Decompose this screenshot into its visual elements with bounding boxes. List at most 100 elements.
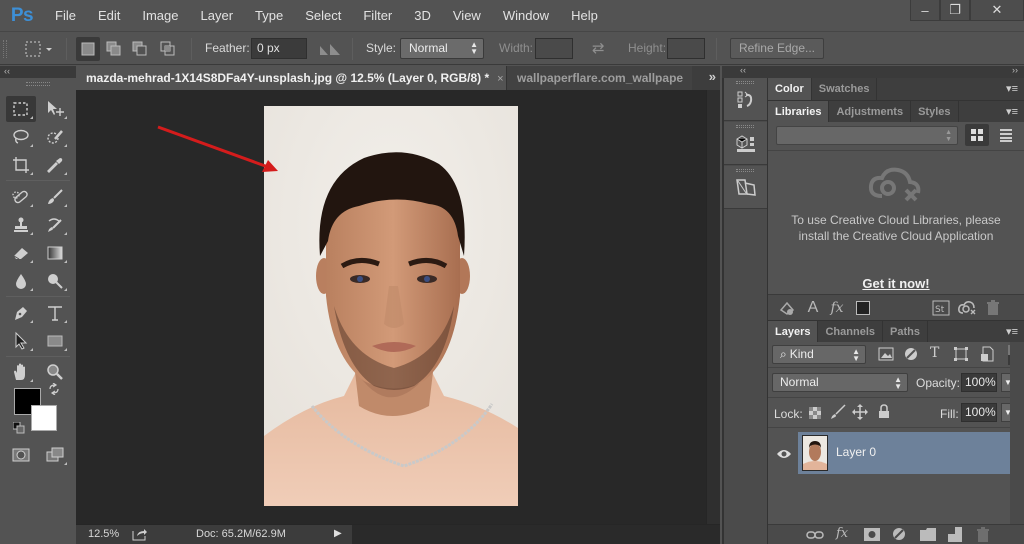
opacity-input[interactable]: 100% [961,373,997,392]
history-panel-button[interactable] [724,78,767,121]
tab-layers[interactable]: Layers [768,321,819,342]
intersect-selection-button[interactable] [156,37,180,61]
menu-view[interactable]: View [442,0,492,31]
filter-pixel-icon[interactable] [878,347,894,366]
filter-smart-object-icon[interactable] [980,346,994,367]
layer-thumbnail[interactable] [802,435,828,471]
layers-scrollbar[interactable] [1010,342,1024,524]
grid-view-button[interactable] [965,124,989,146]
horizontal-scrollbar[interactable] [352,525,720,544]
menu-file[interactable]: File [44,0,87,31]
layer-row[interactable]: Layer 0 [768,432,1024,474]
document-tab-inactive[interactable]: wallpaperflare.com_wallpape [506,66,692,90]
move-tool[interactable] [40,96,70,122]
add-character-style-icon[interactable]: A [804,299,822,317]
add-mask-icon[interactable] [864,528,880,544]
eraser-tool[interactable] [6,240,36,266]
style-select[interactable]: Normal ▲ ▼ [400,38,484,59]
add-graphic-icon[interactable] [778,299,796,317]
fill-input[interactable]: 100% [961,403,997,422]
history-brush-tool[interactable] [40,212,70,238]
stock-icon[interactable]: St [932,299,950,317]
tab-adjustments[interactable]: Adjustments [829,101,912,122]
close-tab-icon[interactable]: × [497,73,503,85]
filter-type-icon[interactable]: T [930,345,939,361]
menu-filter[interactable]: Filter [352,0,403,31]
zoom-level[interactable]: 12.5% [88,528,119,540]
lock-position-icon[interactable] [852,404,868,425]
rectangle-tool[interactable] [40,328,70,354]
filter-kind-select[interactable]: ⌕ Kind ▲ ▼ [772,345,866,364]
lock-transparent-pixels-icon[interactable] [809,406,821,424]
panel-menu-icon[interactable]: ▾≡ [1006,105,1018,118]
menu-type[interactable]: Type [244,0,294,31]
share-icon[interactable] [132,527,148,541]
add-layer-style-icon[interactable]: fx [828,299,846,317]
screen-mode-button[interactable] [40,442,70,468]
gradient-tool[interactable] [40,240,70,266]
quick-mask-button[interactable] [6,442,36,468]
collapse-dock-icon[interactable]: ‹‹ [740,65,746,75]
hand-tool[interactable] [6,359,36,385]
quick-selection-tool[interactable] [40,124,70,150]
transform-panel-button[interactable] [724,166,767,209]
menu-edit[interactable]: Edit [87,0,131,31]
blend-mode-select[interactable]: Normal ▲ ▼ [772,373,908,392]
panel-menu-icon[interactable]: ▾≡ [1006,82,1018,95]
eyedropper-tool[interactable] [40,152,70,178]
feather-input[interactable]: 0 px [251,38,307,59]
width-input[interactable] [535,38,573,59]
close-button[interactable]: ✕ [970,0,1024,21]
tab-swatches[interactable]: Swatches [812,78,878,100]
trash-icon[interactable] [984,299,1002,317]
filter-adjustment-icon[interactable] [904,347,918,366]
tab-libraries[interactable]: Libraries [768,101,830,122]
tool-preset-picker[interactable] [24,40,54,63]
3d-panel-button[interactable] [724,122,767,165]
layer-visibility-toggle[interactable] [776,447,792,465]
menu-select[interactable]: Select [294,0,352,31]
crop-tool[interactable] [6,152,36,178]
tab-channels[interactable]: Channels [818,321,883,342]
swap-colors-icon[interactable] [48,382,60,400]
pen-tool[interactable] [6,300,36,326]
tab-paths[interactable]: Paths [883,321,928,342]
dodge-tool[interactable] [40,268,70,294]
new-group-icon[interactable] [920,528,936,544]
delete-layer-icon[interactable] [976,527,990,544]
expand-panels-icon[interactable]: ›› [1012,65,1018,75]
blur-tool[interactable] [6,268,36,294]
menu-3d[interactable]: 3D [403,0,442,31]
list-view-button[interactable] [994,124,1018,146]
new-layer-icon[interactable] [948,527,962,544]
document-image[interactable] [264,106,518,506]
add-to-selection-button[interactable] [102,37,126,61]
refine-edge-button[interactable]: Refine Edge... [730,38,824,59]
menu-window[interactable]: Window [492,0,560,31]
tab-color[interactable]: Color [768,78,812,100]
lock-all-icon[interactable] [878,404,890,424]
path-selection-tool[interactable] [6,328,36,354]
menu-layer[interactable]: Layer [190,0,245,31]
tabs-overflow-button[interactable]: » [709,66,716,88]
menu-image[interactable]: Image [131,0,189,31]
default-colors-icon[interactable] [12,421,25,439]
library-select[interactable]: ▲ ▼ [776,126,958,145]
layer-name[interactable]: Layer 0 [836,445,876,459]
tab-styles[interactable]: Styles [911,101,959,122]
minimize-button[interactable]: – [910,0,940,21]
new-selection-button[interactable] [76,37,100,61]
cc-sync-icon[interactable] [958,299,976,317]
lock-image-pixels-icon[interactable] [830,404,846,425]
rectangular-marquee-tool[interactable] [6,96,36,122]
filter-shape-icon[interactable] [954,347,968,366]
document-tab-active[interactable]: mazda-mehrad-1X14S8DFa4Y-unsplash.jpg @ … [76,66,506,90]
add-layer-style-icon[interactable]: fx [836,526,848,541]
type-tool[interactable] [40,300,70,326]
spot-healing-brush-tool[interactable] [6,184,36,210]
collapse-toolbar-icon[interactable]: ‹‹ [4,66,10,76]
subtract-from-selection-button[interactable] [128,37,152,61]
add-color-icon[interactable] [854,299,872,317]
options-bar-grip[interactable] [3,40,7,58]
new-adjustment-layer-icon[interactable] [892,527,907,544]
